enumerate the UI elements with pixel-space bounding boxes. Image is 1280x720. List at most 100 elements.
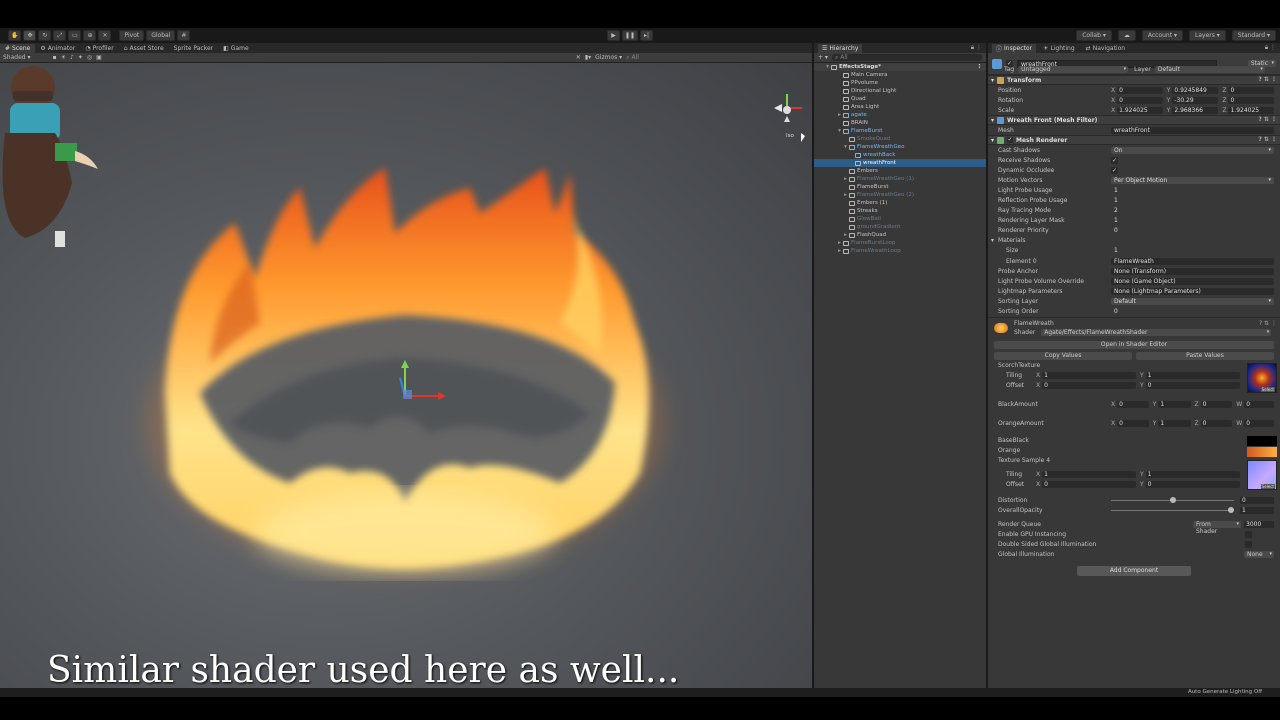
orange-swatch[interactable]	[1247, 446, 1277, 457]
ray-tracing-mode-value[interactable]: 2	[1111, 207, 1274, 214]
hierarchy-item[interactable]: wreathBack	[814, 151, 986, 159]
orange-amount-x[interactable]: 0	[1117, 420, 1149, 428]
grid-snap-icon[interactable]: #	[177, 30, 191, 41]
lock-icon[interactable]: 🔒︎ ⋮	[971, 44, 982, 52]
gpu-instancing-checkbox[interactable]	[1245, 531, 1252, 539]
opacity-slider[interactable]: 1	[1111, 507, 1274, 515]
hierarchy-item[interactable]: GlowBall	[814, 215, 986, 223]
open-shader-editor-button[interactable]: Open in Shader Editor	[994, 340, 1274, 349]
tab-profiler[interactable]: ◔ Profiler	[80, 44, 118, 53]
position-x-field[interactable]: 0	[1117, 86, 1163, 94]
hierarchy-item[interactable]: Area Light	[814, 103, 986, 111]
pause-icon[interactable]: ❚❚	[622, 30, 639, 41]
hierarchy-item[interactable]: BRAIN	[814, 119, 986, 127]
orange-amount-w[interactable]: 0	[1244, 420, 1274, 428]
probe-anchor-field[interactable]: None (Transform)	[1111, 267, 1274, 275]
paste-values-button[interactable]: Paste Values	[1136, 351, 1274, 360]
tab-sprite-packer[interactable]: Sprite Packer	[169, 44, 218, 53]
orange-amount-y[interactable]: 1	[1158, 420, 1191, 428]
camera-icon[interactable]: ▣	[96, 54, 102, 61]
scene-menu-icon[interactable]: ⋮	[977, 63, 983, 71]
dynamic-occludee-checkbox[interactable]: ✓	[1111, 166, 1118, 174]
rect-icon[interactable]: ▭	[68, 30, 82, 41]
shading-mode-dropdown[interactable]: Shaded ▾	[3, 54, 31, 61]
hierarchy-item[interactable]: ▾ EffectsStage* ⋮	[814, 63, 986, 71]
sorting-order-value[interactable]: 0	[1111, 308, 1274, 315]
foldout-arrow-icon[interactable]: ▾	[836, 127, 843, 135]
rotation-x-field[interactable]: 0	[1117, 96, 1163, 104]
hierarchy-item[interactable]: ▸ agate	[814, 111, 986, 119]
hierarchy-item[interactable]: ▸ FlameWreathLoop	[814, 247, 986, 255]
offset-x-field[interactable]: 0	[1042, 382, 1136, 390]
mesh-renderer-header[interactable]: ▾ ✓ Mesh Renderer ? ⇅ ⋮	[988, 135, 1280, 145]
double-sided-gi-checkbox[interactable]	[1245, 541, 1252, 549]
mesh-field[interactable]: wreathFront	[1111, 126, 1274, 134]
rotation-z-field[interactable]: 0	[1228, 96, 1275, 104]
hierarchy-item[interactable]: Quad	[814, 95, 986, 103]
hierarchy-item[interactable]: ▸ FlameWreathGeo (1)	[814, 175, 986, 183]
rotation-y-field[interactable]: -30.29	[1172, 96, 1219, 104]
hierarchy-item[interactable]: ▾ FlameWreathGeo	[814, 143, 986, 151]
component-menu-icon[interactable]: ? ⇅ ⋮	[1258, 136, 1277, 143]
collab-button[interactable]: Collab ▾	[1076, 30, 1112, 41]
texture-sample-thumbnail[interactable]: Select	[1247, 459, 1277, 490]
hierarchy-item[interactable]: ▸ FlameWreathGeo (2)	[814, 191, 986, 199]
scene-viewport[interactable]: Iso Similar shader used here as well...	[0, 63, 812, 688]
scale-z-field[interactable]: 1.924025	[1228, 106, 1275, 114]
copy-values-button[interactable]: Copy Values	[994, 351, 1132, 360]
step-icon[interactable]: ▸|	[640, 30, 654, 41]
reflection-probe-usage-value[interactable]: 1	[1111, 197, 1274, 204]
offset-y-field[interactable]: 0	[1145, 382, 1240, 390]
light-probe-usage-value[interactable]: 1	[1111, 187, 1274, 194]
cloud-icon[interactable]: ☁	[1117, 30, 1136, 41]
distortion-slider[interactable]: 0	[1111, 497, 1274, 505]
tab-game[interactable]: ◧ Game	[218, 44, 254, 53]
tab-navigation[interactable]: ⇄ Navigation	[1082, 44, 1129, 53]
pivot-button[interactable]: Pivot	[119, 30, 145, 41]
black-amount-y[interactable]: 1	[1158, 401, 1191, 409]
tab-asset-store[interactable]: ⌂ Asset Store	[119, 44, 169, 53]
tab-inspector[interactable]: ⓘ Inspector	[992, 43, 1037, 53]
effects-icon[interactable]: ✦	[78, 54, 83, 61]
rotate-icon[interactable]: ↻	[38, 30, 52, 41]
render-queue-dropdown[interactable]: From Shader	[1193, 521, 1241, 535]
material-menu-icon[interactable]: ? ⇅ ⋮	[1259, 320, 1277, 327]
tiling-x-field[interactable]: 1	[1042, 372, 1136, 380]
scale-icon[interactable]: ⤢	[53, 30, 67, 41]
motion-vectors-dropdown[interactable]: Per Object Motion	[1111, 176, 1274, 184]
tag-dropdown[interactable]: Untagged	[1018, 66, 1129, 73]
hierarchy-item[interactable]: Embers	[814, 167, 986, 175]
foldout-arrow-icon[interactable]: ▸	[836, 247, 843, 255]
hierarchy-item[interactable]: ▸ FlashQuad	[814, 231, 986, 239]
hidden-icon[interactable]: ◎	[87, 54, 92, 61]
play-icon[interactable]: ▶	[607, 30, 620, 41]
global-button[interactable]: Global	[146, 30, 176, 41]
hierarchy-item[interactable]: Main Camera	[814, 71, 986, 79]
hierarchy-item[interactable]: wreathFront	[814, 159, 986, 167]
add-component-button[interactable]: Add Component	[1077, 565, 1191, 576]
hierarchy-item[interactable]: ▾ FlameBurst	[814, 127, 986, 135]
foldout-arrow-icon[interactable]: ▾	[842, 143, 849, 151]
account-dropdown[interactable]: Account ▾	[1141, 30, 1183, 41]
renderer-priority-value[interactable]: 0	[1111, 227, 1274, 234]
hierarchy-item[interactable]: groundGradient	[814, 223, 986, 231]
position-z-field[interactable]: 0	[1228, 86, 1275, 94]
receive-shadows-checkbox[interactable]: ✓	[1111, 156, 1118, 164]
cast-shadows-dropdown[interactable]: On	[1111, 146, 1274, 154]
distortion-value[interactable]: 0	[1240, 497, 1274, 505]
tools-icon[interactable]: ✕	[576, 54, 581, 61]
foldout-arrow-icon[interactable]: ▸	[842, 191, 849, 199]
light-probe-volume-override-field[interactable]: None (Game Object)	[1111, 277, 1274, 285]
foldout-arrow-icon[interactable]: ▸	[836, 239, 843, 247]
hierarchy-item[interactable]: SmokeQuad	[814, 135, 986, 143]
custom-icon[interactable]: ✕	[98, 30, 112, 41]
transform-header[interactable]: ▾ Transform ? ⇅ ⋮	[988, 75, 1280, 85]
hierarchy-item[interactable]: Embers (1)	[814, 199, 986, 207]
mesh-renderer-enabled-checkbox[interactable]: ✓	[1007, 137, 1014, 143]
position-y-field[interactable]: 0.9245849	[1172, 86, 1219, 94]
gizmos-dropdown[interactable]: Gizmos ▾	[595, 54, 622, 61]
offset2-x-field[interactable]: 0	[1042, 481, 1136, 489]
foldout-arrow-icon[interactable]: ▸	[836, 111, 843, 119]
base-black-swatch[interactable]	[1247, 435, 1277, 446]
hierarchy-search-input[interactable]: ⌕ All	[831, 54, 982, 61]
